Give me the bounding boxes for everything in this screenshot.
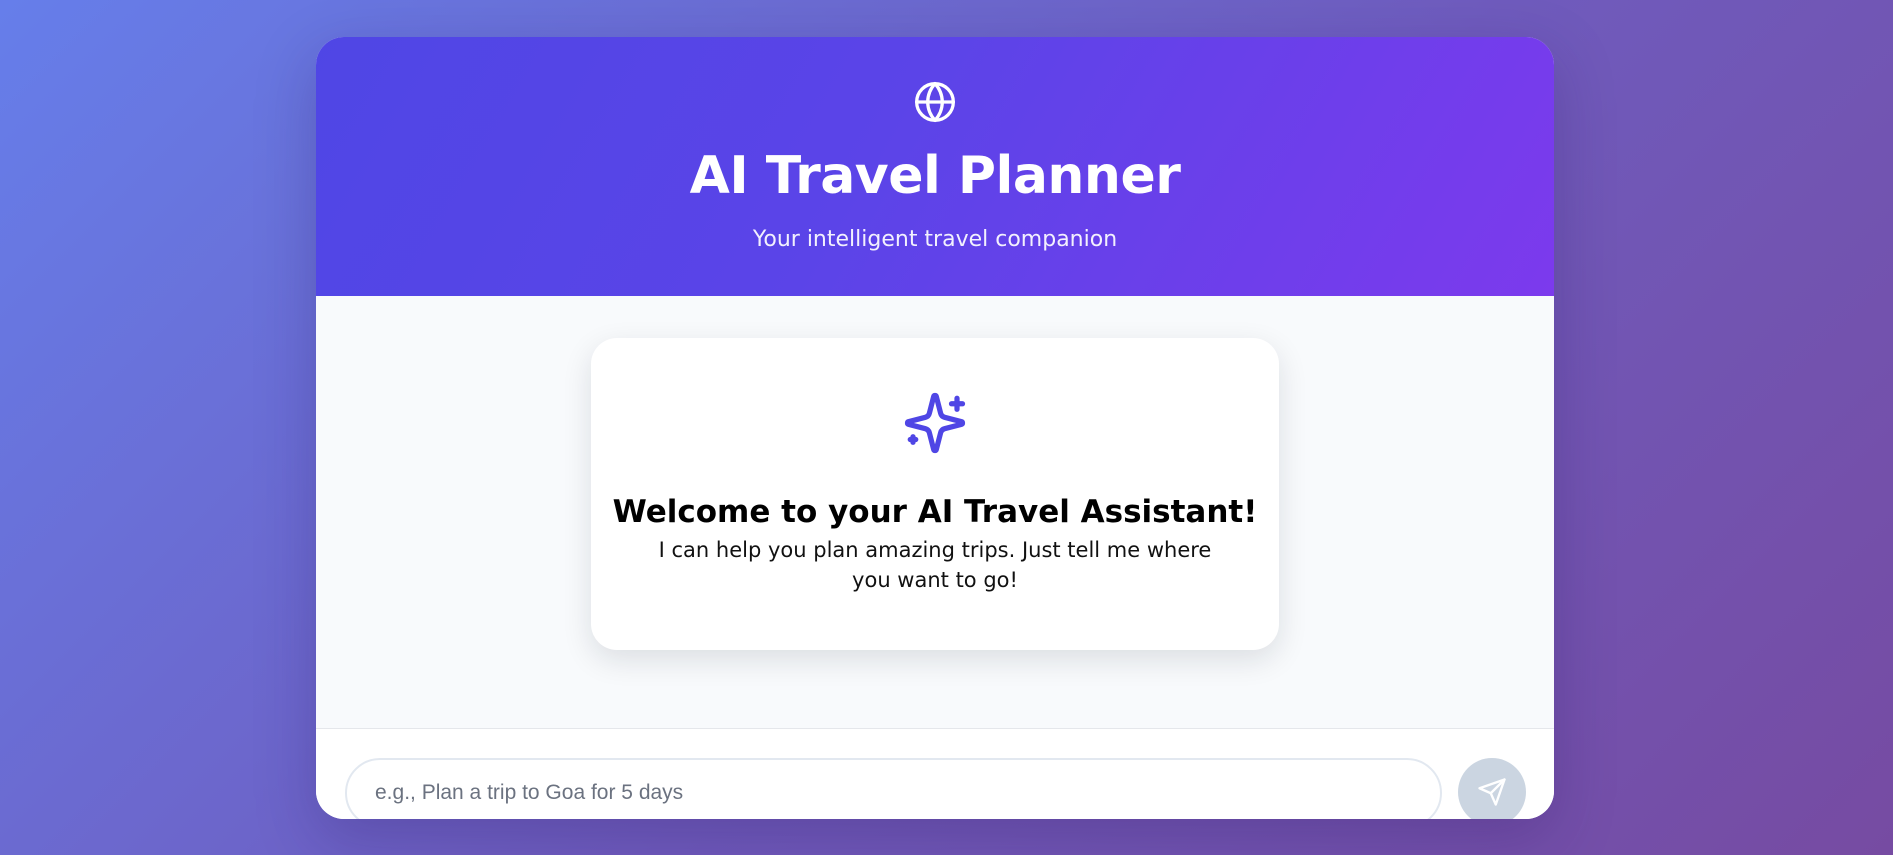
globe-icon: [915, 82, 955, 122]
app-header: AI Travel Planner Your intelligent trave…: [316, 37, 1554, 296]
sparkle-icon: [904, 392, 966, 454]
welcome-text: I can help you plan amazing trips. Just …: [658, 538, 1212, 592]
app-title: AI Travel Planner: [689, 146, 1181, 206]
welcome-card: Welcome to your AI Travel Assistant! I c…: [591, 338, 1279, 650]
app-subtitle: Your intelligent travel companion: [752, 227, 1118, 252]
app-card: AI Travel Planner Your intelligent trave…: [316, 37, 1554, 819]
message-input[interactable]: [345, 758, 1442, 819]
welcome-title: Welcome to your AI Travel Assistant!: [612, 494, 1258, 530]
send-icon: [1478, 778, 1506, 806]
chat-area[interactable]: Welcome to your AI Travel Assistant! I c…: [316, 296, 1554, 729]
composer-bar: [316, 729, 1554, 819]
send-button[interactable]: [1458, 758, 1526, 819]
